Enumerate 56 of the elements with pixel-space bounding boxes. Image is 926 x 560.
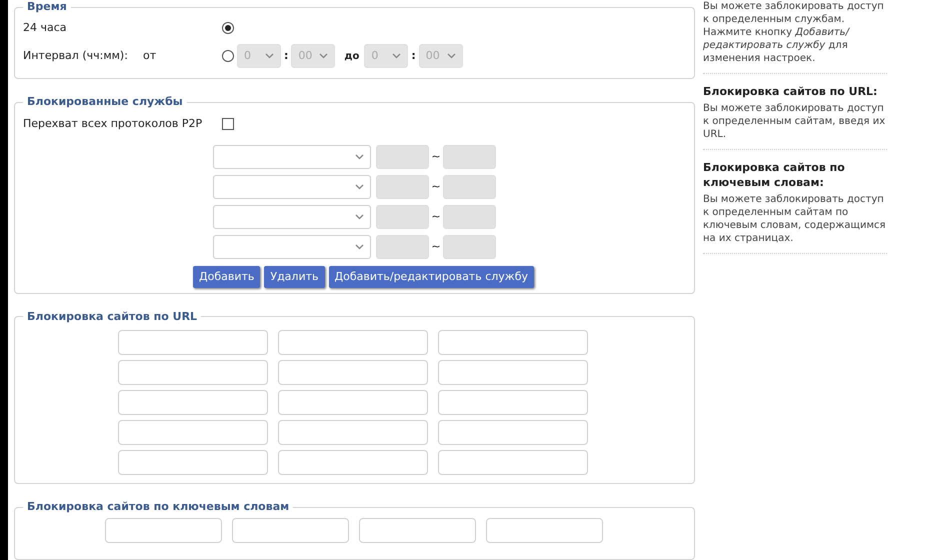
- chevron-icon: [355, 214, 364, 220]
- input-field[interactable]: [359, 518, 476, 544]
- chevron-icon: [392, 53, 402, 59]
- help-text: Вы можете заблокировать доступ к определенным службам. Нажмите кнопку Добавить/редактировать службу для изменения настроек.: [703, 0, 885, 65]
- help-text: Вы можете заблокировать доступ к определенным сайтам, введя их URL.: [703, 102, 886, 141]
- to-label: до: [344, 50, 360, 64]
- input-field[interactable]: [278, 390, 428, 415]
- range-separator: ~: [430, 179, 442, 196]
- section-legend: Блокированные службы: [23, 95, 187, 110]
- help-title: Блокировка сайтов по ключевым словам:: [703, 160, 846, 190]
- section-legend: Блокировка сайтов по URL: [23, 310, 202, 324]
- help-text: Вы можете заблокировать доступ к определенным сайтам по ключевым словам, содержащимся на их страницах.: [703, 193, 886, 245]
- dropdown[interactable]: [213, 145, 371, 170]
- input-field[interactable]: [278, 360, 428, 385]
- input-field[interactable]: [278, 330, 428, 355]
- action-button[interactable]: Удалить: [264, 266, 324, 288]
- input-field[interactable]: [438, 330, 588, 355]
- chevron-icon: [355, 184, 364, 190]
- option-label: Интервал (чч:мм):: [23, 48, 129, 64]
- input-field[interactable]: [438, 450, 588, 475]
- dropdown[interactable]: [213, 205, 371, 230]
- from-label: от: [143, 48, 158, 64]
- range-separator: ~: [430, 239, 442, 256]
- dropdown[interactable]: [213, 175, 371, 200]
- chevron-icon: [355, 244, 364, 250]
- input-field[interactable]: [438, 360, 588, 385]
- input-field[interactable]: [118, 360, 268, 385]
- chevron-icon: [446, 53, 456, 59]
- section-legend: Время: [23, 0, 71, 14]
- input-field[interactable]: [118, 330, 268, 355]
- input-field[interactable]: [438, 420, 588, 445]
- range-separator: ~: [430, 209, 442, 226]
- chevron-icon: [265, 53, 274, 59]
- range-separator: ~: [430, 149, 442, 166]
- section-legend: Блокировка сайтов по ключевым словам: [23, 500, 294, 514]
- input-field[interactable]: [118, 450, 268, 475]
- input-field[interactable]: [118, 390, 268, 415]
- chevron-icon: [319, 53, 328, 59]
- input-field[interactable]: [278, 420, 428, 445]
- checkbox[interactable]: [222, 118, 234, 130]
- action-button[interactable]: Добавить/редактировать службу: [328, 266, 534, 288]
- option-label: 24 часа: [23, 20, 68, 36]
- input-field[interactable]: [118, 420, 268, 445]
- radio-button[interactable]: [222, 22, 234, 34]
- help-title: Блокировка сайтов по URL:: [703, 84, 878, 99]
- action-button[interactable]: Добавить: [193, 266, 260, 288]
- input-field[interactable]: [232, 518, 349, 544]
- input-field[interactable]: [278, 450, 428, 475]
- input-field[interactable]: [486, 518, 603, 544]
- option-label: Перехват всех протоколов P2P: [23, 116, 204, 132]
- time-separator: :: [284, 48, 288, 64]
- time-separator: :: [411, 48, 416, 64]
- dropdown[interactable]: [213, 235, 371, 260]
- input-field[interactable]: [438, 390, 588, 415]
- input-field[interactable]: [105, 518, 222, 544]
- chevron-icon: [355, 154, 364, 160]
